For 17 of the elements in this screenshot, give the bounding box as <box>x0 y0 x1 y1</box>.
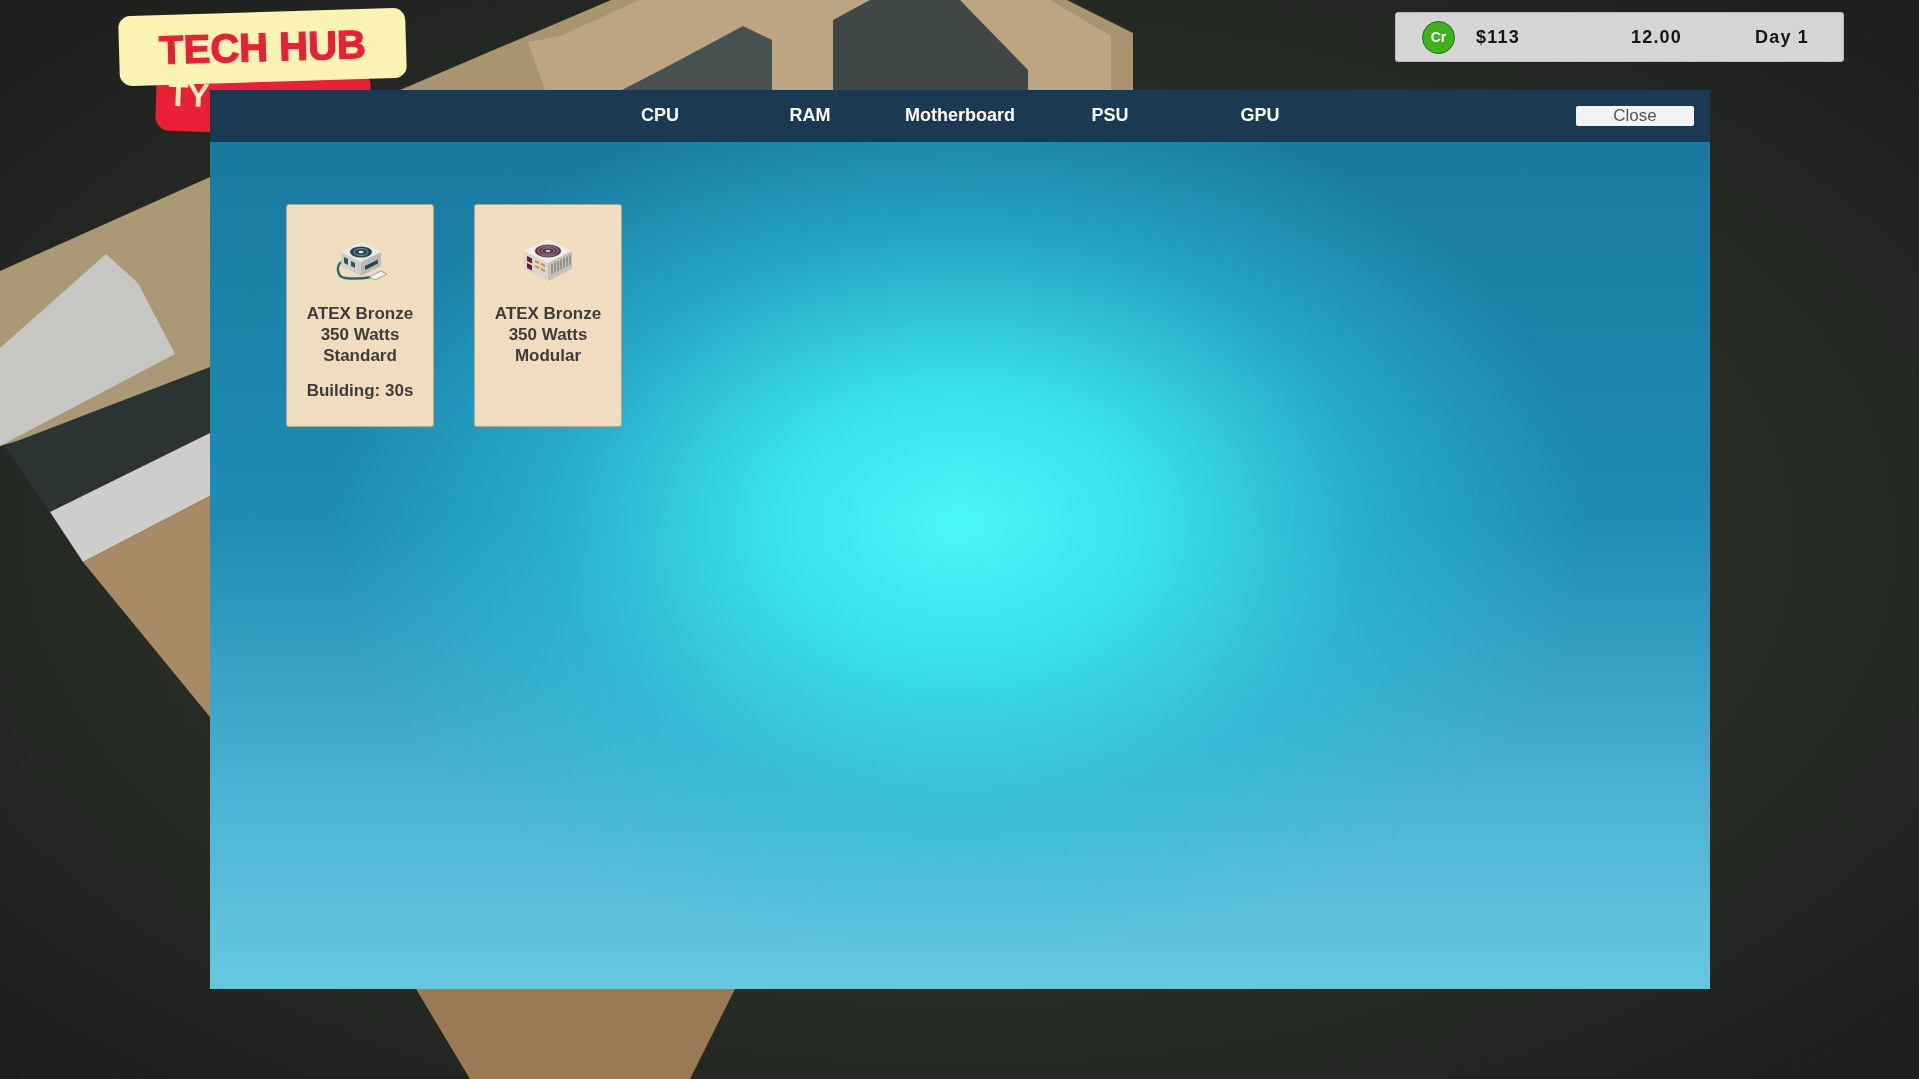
time-label: 12.00 <box>1631 26 1684 48</box>
day-label: Day 1 <box>1755 26 1810 48</box>
category-tab[interactable]: RAM <box>787 102 833 130</box>
category-tab[interactable]: GPU <box>1238 102 1282 130</box>
build-status: Building: 30s <box>306 380 414 401</box>
item-card[interactable]: ATEX Bronze 350 Watts Modular <box>474 204 622 427</box>
category-tab[interactable]: CPU <box>639 102 681 130</box>
category-tab[interactable]: Motherboard <box>903 102 1017 130</box>
item-card[interactable]: ATEX Bronze 350 Watts Standard Building: 30s <box>286 204 434 427</box>
close-button[interactable]: Close <box>1576 106 1694 126</box>
currency-badge: Cr <box>1422 20 1455 54</box>
logo-text: TY <box>167 77 209 113</box>
item-name: ATEX Bronze 350 Watts Modular <box>493 303 603 366</box>
category-tab[interactable]: PSU <box>1089 102 1131 130</box>
item-name: ATEX Bronze 350 Watts Standard <box>305 303 415 366</box>
money-label: $113 <box>1476 26 1521 48</box>
logo-text: TECH HUB <box>158 23 367 71</box>
